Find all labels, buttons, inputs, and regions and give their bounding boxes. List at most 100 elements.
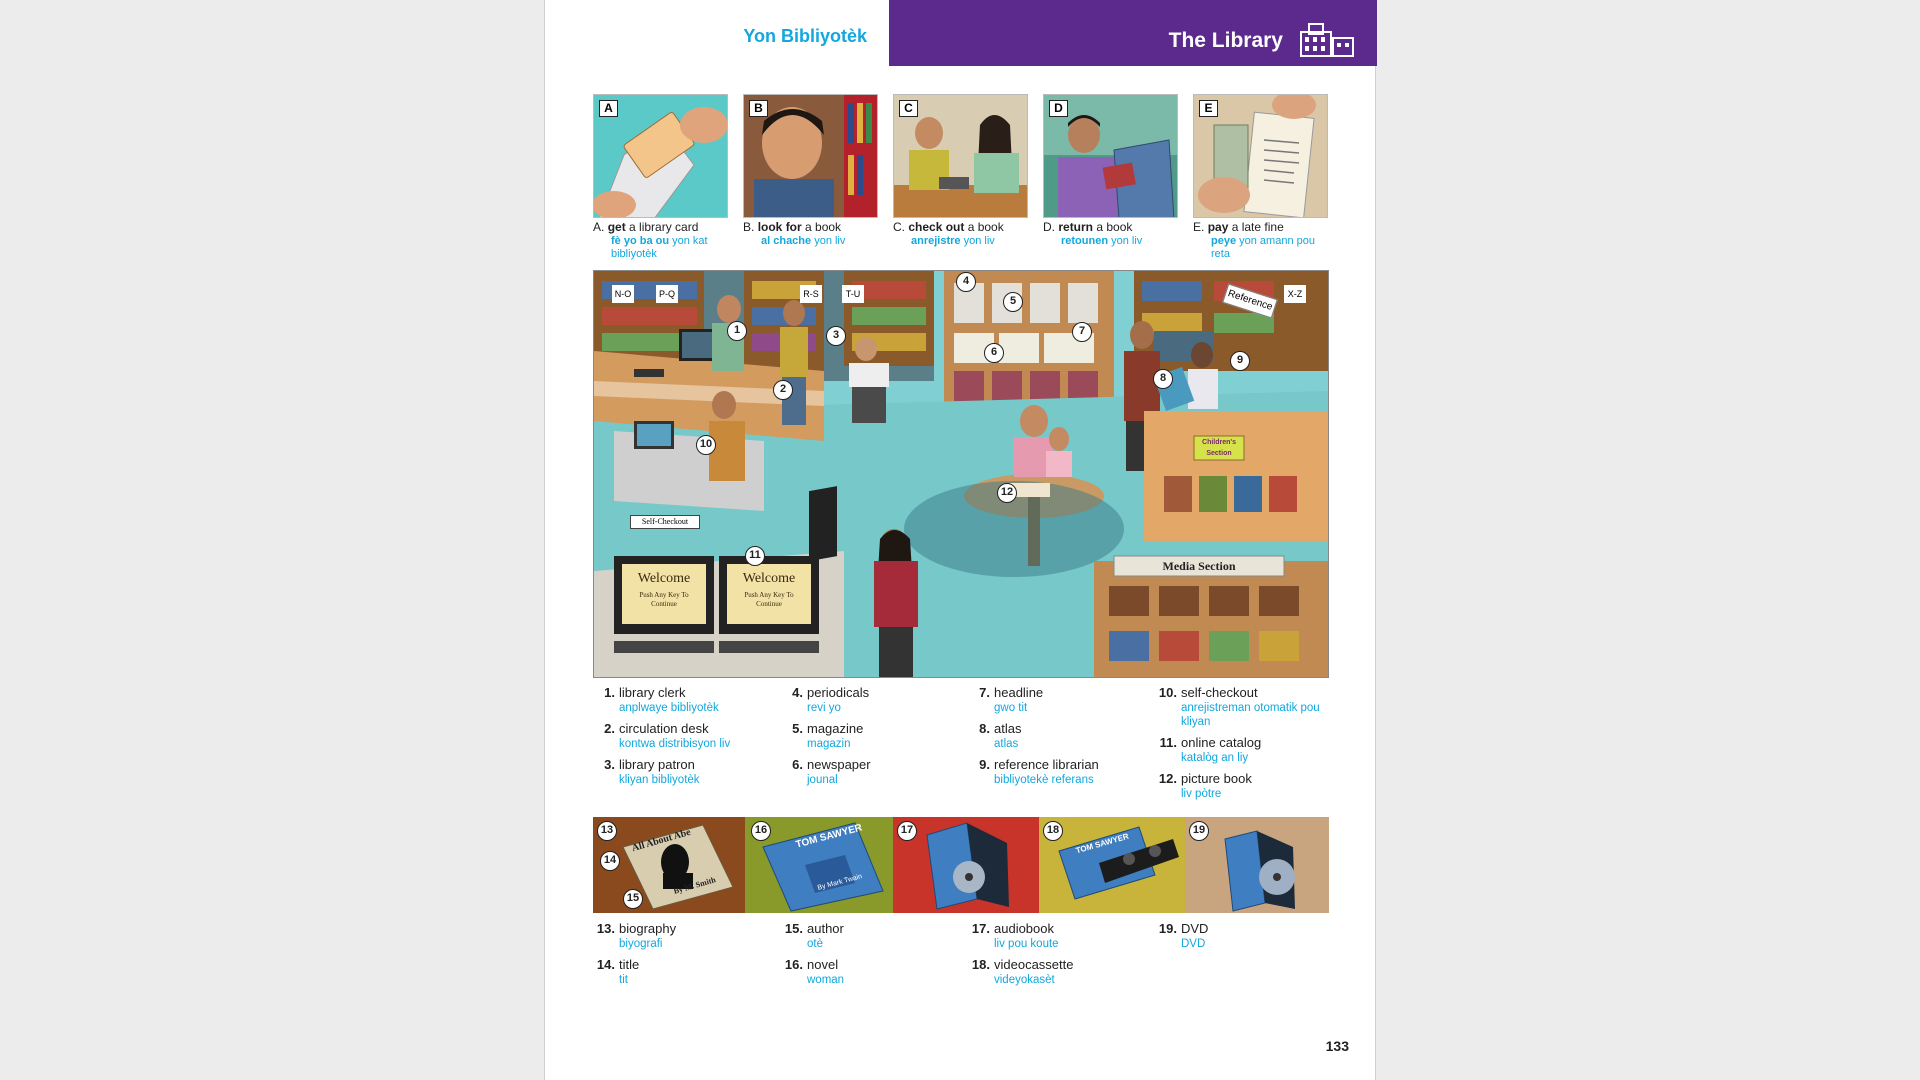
return-book-illustration: D	[1043, 94, 1178, 218]
callout-3: 3	[826, 326, 846, 346]
media-section-sign: Media Section	[1162, 559, 1236, 573]
callout-7: 7	[1072, 322, 1092, 342]
caption-letter: A.	[593, 220, 605, 234]
header-band: The Library	[889, 0, 1377, 66]
callout-17: 17	[897, 821, 917, 841]
panel-letter: D	[1049, 100, 1068, 117]
callout-19: 19	[1189, 821, 1209, 841]
caption-rest: a book	[1093, 220, 1133, 234]
pay-fine-illustration: E	[1193, 94, 1328, 218]
caption-rest: a book	[801, 220, 842, 234]
vocab-item: 16. novel woman	[784, 957, 845, 986]
vocab-item: 5. magazine magazin	[792, 721, 864, 750]
check-out-illustration: C	[893, 94, 1028, 218]
caption-rest: a library card	[625, 220, 699, 234]
callout-12: 12	[997, 483, 1017, 503]
vocab-list-1: 1. library clerk anplwaye bibliyotèk 2. cir…	[593, 685, 1329, 815]
callout-14: 14	[600, 851, 620, 871]
caption-rest: a book	[964, 220, 1004, 234]
shelf-sign: R-S	[800, 285, 822, 303]
vocab-item: 19. DVD DVD	[1158, 921, 1209, 950]
caption-letter: E.	[1193, 220, 1205, 234]
verb-panel-b: B B. look for a book al chache yon liv	[743, 94, 878, 248]
callout-9: 9	[1230, 351, 1250, 371]
panel-letter: E	[1199, 100, 1218, 117]
shelf-sign: P-Q	[656, 285, 678, 303]
verb-panel-a: A A. get a library card fè yo ba ou yon …	[593, 94, 728, 261]
caption-verb: look for	[757, 220, 802, 234]
vocab-item: 11. online catalog katalòg an liy	[1159, 735, 1262, 764]
callout-6: 6	[984, 343, 1004, 363]
caption-verb: get	[607, 220, 626, 234]
catalog-welcome: Welcome	[742, 571, 796, 586]
get-card-illustration: A	[593, 94, 728, 218]
callout-10: 10	[696, 435, 716, 455]
vocab-item: 3. library patron kliyan bibliyotèk	[604, 757, 700, 786]
callout-5: 5	[1003, 292, 1023, 312]
translation-verb: peye	[1211, 235, 1237, 247]
library-building-icon	[1300, 23, 1354, 57]
videocassette-tile: TOM SAWYER 18	[1039, 817, 1185, 913]
caption-verb: check out	[908, 220, 965, 234]
vocab-list-2: 13. biography biyografi 14. title tit 15. aut…	[593, 921, 1329, 1001]
header-translation-title: Yon Bibliyotèk	[743, 26, 867, 46]
dvd-tile: 19	[1185, 817, 1329, 913]
verb-panel-d: D D. return a book retounen yon liv	[1043, 94, 1178, 248]
callout-2: 2	[773, 380, 793, 400]
look-for-book-illustration: B	[743, 94, 878, 218]
self-checkout-sign: Self-Checkout	[630, 515, 700, 529]
vocab-item: 4. periodicals revi yo	[792, 685, 870, 714]
page-number: 133	[1325, 1038, 1349, 1054]
vocab-item: 6. newspaper jounal	[792, 757, 871, 786]
textbook-page: Yon Bibliyotèk The Library A A. get a li…	[544, 0, 1377, 1080]
shelf-sign: T-U	[842, 285, 864, 303]
caption-verb: pay	[1207, 220, 1229, 234]
vocab-item: 13. biography biyografi	[596, 921, 677, 950]
caption-letter: D.	[1043, 220, 1055, 234]
caption-letter: C.	[893, 220, 905, 234]
verb-panel-c: C C. check out a book anrejistre yon liv	[893, 94, 1028, 248]
audiobook-tile: 17	[893, 817, 1039, 913]
library-scene-illustration: N-O P-Q R-S T-U X-Z Reference Self-Check…	[593, 270, 1329, 678]
caption-letter: B.	[743, 220, 755, 234]
verb-panels: A A. get a library card fè yo ba ou yon …	[593, 94, 1329, 266]
caption-verb: return	[1058, 220, 1094, 234]
callout-15: 15	[623, 889, 643, 909]
panel-letter: C	[899, 100, 918, 117]
callout-16: 16	[751, 821, 771, 841]
novel-tile: TOM SAWYER By Mark Twain 16	[745, 817, 893, 913]
callout-18: 18	[1043, 821, 1063, 841]
catalog-welcome-sub: Push Any Key To Continue	[744, 591, 794, 608]
vocab-item: 15. author otè	[784, 921, 844, 950]
vocab-item: 10. self-checkout anrejistreman otomatik p…	[1158, 685, 1320, 728]
media-formats-strip: All About Abe By M. Smith 13 14 15 TOM S…	[593, 817, 1329, 913]
translation-verb: retounen	[1061, 235, 1109, 247]
vocab-item: 1. library clerk anplwaye bibliyotèk	[604, 685, 719, 714]
verb-panel-e: E E. pay a late fine peye yon amann pou …	[1193, 94, 1328, 261]
callout-1: 1	[727, 321, 747, 341]
caption-rest: a late fine	[1228, 220, 1284, 234]
page-title: The Library	[1168, 29, 1283, 52]
vocab-item: 2. circulation desk kontwa distribisyon li…	[604, 721, 731, 750]
translation-rest: yon liv	[960, 235, 995, 247]
callout-13: 13	[597, 821, 617, 841]
shelf-sign: N-O	[612, 285, 634, 303]
shelf-sign: X-Z	[1284, 285, 1306, 303]
translation-rest: yon liv	[811, 235, 846, 247]
callout-4: 4	[956, 272, 976, 292]
childrens-section-sign: Children's Section	[1202, 439, 1236, 457]
vocab-item: 14. title tit	[596, 957, 640, 986]
callout-11: 11	[745, 546, 765, 566]
vocab-item: 17. audiobook liv pou koute	[971, 921, 1059, 950]
vocab-item: 12. picture book liv pòtre	[1158, 771, 1252, 800]
catalog-welcome-sub: Push Any Key To Continue	[639, 591, 689, 608]
biography-tile: All About Abe By M. Smith 13 14 15	[593, 817, 745, 913]
panel-letter: B	[749, 100, 768, 117]
vocab-item: 9. reference librarian bibliyotekè referan…	[979, 757, 1099, 786]
callout-8: 8	[1153, 369, 1173, 389]
catalog-welcome: Welcome	[637, 571, 691, 586]
translation-verb: al chache	[761, 235, 812, 247]
panel-letter: A	[599, 100, 618, 117]
vocab-item: 18. videocassette videyokasèt	[971, 957, 1074, 986]
vocab-item: 8. atlas atlas	[979, 721, 1022, 750]
